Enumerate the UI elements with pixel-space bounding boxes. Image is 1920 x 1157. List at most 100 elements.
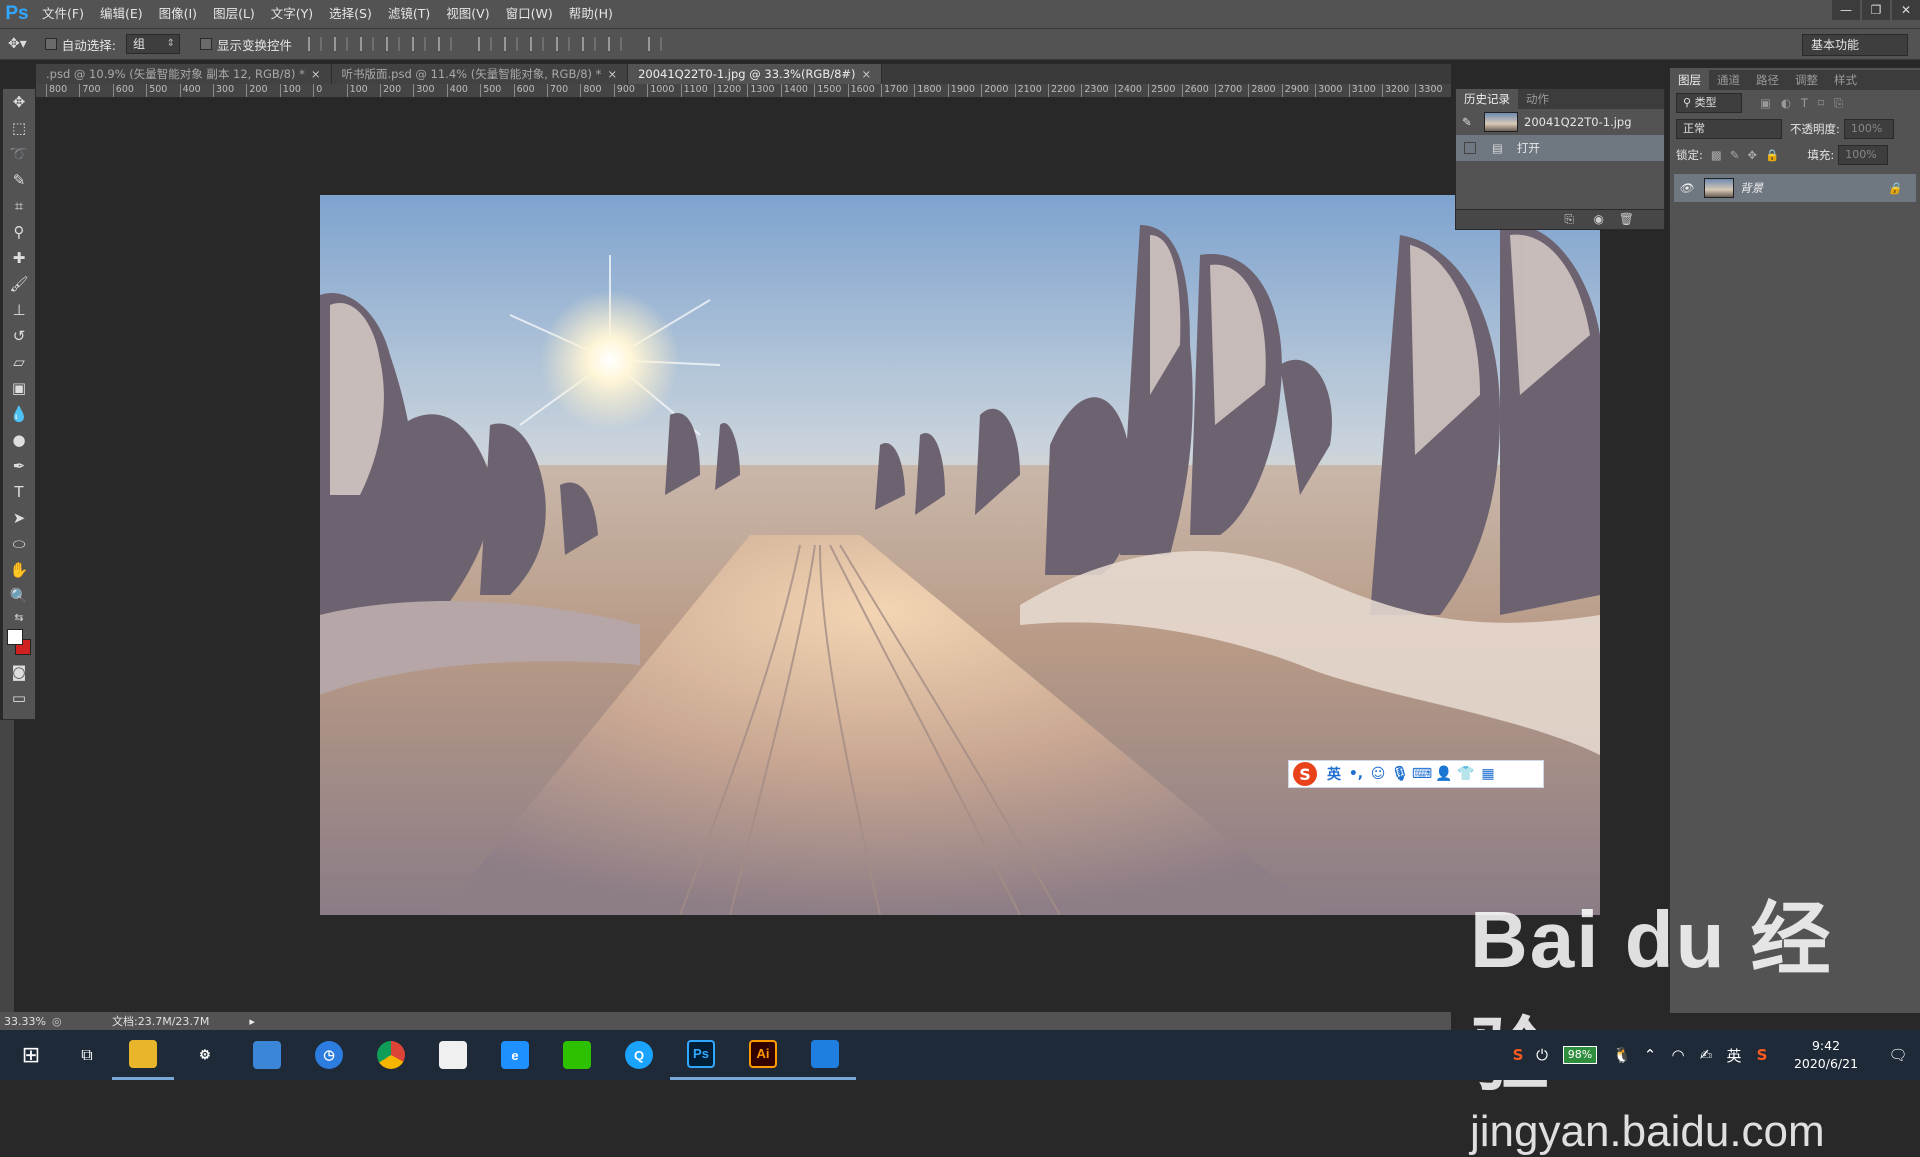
type-tool-icon[interactable]: T (3, 479, 35, 505)
menu-item-0[interactable]: 文件(F) (34, 0, 92, 28)
filter-smart-icon[interactable]: ⎘ (1834, 96, 1843, 111)
filter-pixel-icon[interactable]: ▣ (1760, 96, 1771, 110)
fill-field[interactable]: 100% (1838, 145, 1889, 165)
auto-select-checkbox[interactable] (44, 38, 57, 50)
ime-lang-toggle[interactable]: 英 (1323, 763, 1345, 785)
zoom-level[interactable]: 33.33% (4, 1015, 52, 1028)
menu-item-1[interactable]: 编辑(E) (92, 0, 151, 28)
path-select-tool-icon[interactable]: ➤ (3, 505, 35, 531)
power-plug-icon[interactable]: ⏻ (1532, 1030, 1552, 1080)
filter-adjust-icon[interactable]: ◐ (1781, 96, 1791, 110)
wifi-icon[interactable]: ◠ (1664, 1030, 1692, 1080)
trash-icon[interactable]: 🗑 (1619, 212, 1634, 226)
input-lang[interactable]: 英 (1720, 1030, 1748, 1080)
clock[interactable]: 9:42 2020/6/21 (1776, 1037, 1876, 1073)
align-vcenter-icon[interactable] (334, 37, 348, 51)
taskbar-app-ie[interactable]: e (484, 1030, 546, 1080)
notification-icon[interactable]: 🗨 (1876, 1030, 1920, 1080)
taskbar-app-explorer[interactable] (112, 1030, 174, 1080)
sogou-logo-icon[interactable]: S (1293, 762, 1317, 786)
history-brush-tool-icon[interactable]: ↺ (3, 323, 35, 349)
brush-tool-icon[interactable]: 🖌 (3, 271, 35, 297)
color-swatches[interactable] (3, 625, 35, 659)
status-info-icon[interactable]: ◎ (52, 1015, 82, 1028)
taskbar-app-store[interactable] (422, 1030, 484, 1080)
hand-tool-icon[interactable]: ✋ (3, 557, 35, 583)
tab-styles[interactable]: 样式 (1826, 70, 1865, 90)
layer-filter-dropdown[interactable]: ⚲ 类型 (1676, 93, 1742, 113)
toolbox-grid-icon[interactable]: ▦ (1477, 763, 1499, 785)
gradient-tool-icon[interactable]: ▣ (3, 375, 35, 401)
distribute-bottom-icon[interactable] (530, 37, 544, 51)
auto-align-icon[interactable] (648, 37, 662, 51)
lock-brush-icon[interactable]: ✎ (1730, 148, 1740, 162)
align-bottom-icon[interactable] (360, 37, 374, 51)
task-view-button[interactable]: ⧉ (62, 1030, 112, 1080)
sogou-tray-icon[interactable]: S (1504, 1030, 1532, 1080)
taskbar-app-chrome[interactable] (360, 1030, 422, 1080)
close-icon[interactable]: × (607, 67, 617, 81)
tab-doc-3[interactable]: 20041Q22T0-1.jpg @ 33.3%(RGB/8#) × (628, 64, 883, 84)
user-icon[interactable]: 👤 (1433, 763, 1455, 785)
align-left-icon[interactable] (386, 37, 400, 51)
lasso-tool-icon[interactable]: ➰ (3, 141, 35, 167)
tab-paths[interactable]: 路径 (1748, 70, 1787, 90)
history-snapshot[interactable]: ✎ 20041Q22T0-1.jpg (1456, 109, 1664, 135)
layer-background[interactable]: 👁 背景 🔒 (1674, 174, 1916, 202)
battery-indicator[interactable]: 98% (1552, 1030, 1608, 1080)
pen-icon[interactable]: ✍ (1692, 1030, 1720, 1080)
taskbar-app-photoshop[interactable]: Ps (670, 1030, 732, 1080)
distribute-right-icon[interactable] (608, 37, 622, 51)
quick-mask-icon[interactable]: ◙ (3, 659, 35, 685)
taskbar-app-settings[interactable]: ⚙ (174, 1030, 236, 1080)
tab-doc-1[interactable]: .psd @ 10.9% (矢量智能对象 副本 12, RGB/8) * × (36, 64, 332, 84)
restore-button[interactable]: ❐ (1862, 0, 1890, 20)
filter-type-icon[interactable]: T (1801, 96, 1808, 110)
show-hidden-icons[interactable]: ⌃ (1636, 1030, 1664, 1080)
align-right-icon[interactable] (438, 37, 452, 51)
move-tool-icon[interactable]: ✥▾ (8, 36, 27, 52)
sogou-ime-icon[interactable]: S (1748, 1030, 1776, 1080)
move-tool-icon[interactable]: ✥ (3, 89, 35, 115)
document-image[interactable] (320, 195, 1600, 915)
taskbar-app-illustrator[interactable]: Ai (732, 1030, 794, 1080)
auto-select-dropdown[interactable]: 组 (125, 34, 180, 54)
menu-item-2[interactable]: 图像(I) (151, 0, 205, 28)
taskbar-app-qq-browser[interactable]: Q (608, 1030, 670, 1080)
menu-item-4[interactable]: 文字(Y) (263, 0, 321, 28)
distribute-top-icon[interactable] (478, 37, 492, 51)
eye-icon[interactable]: 👁 (1674, 181, 1698, 195)
vertical-ruler[interactable] (0, 720, 14, 1015)
new-document-icon[interactable]: ⎘ (1564, 212, 1574, 227)
filter-shape-icon[interactable]: ⌑ (1818, 96, 1824, 110)
taskbar-app-wechat[interactable] (546, 1030, 608, 1080)
marquee-tool-icon[interactable]: ⬚ (3, 115, 35, 141)
show-transform-checkbox[interactable] (199, 38, 212, 50)
eraser-tool-icon[interactable]: ▱ (3, 349, 35, 375)
pen-tool-icon[interactable]: ✒ (3, 453, 35, 479)
align-top-icon[interactable] (308, 37, 322, 51)
qq-tray-icon[interactable]: 🐧 (1608, 1030, 1636, 1080)
opacity-field[interactable]: 100% (1843, 119, 1894, 139)
menu-item-9[interactable]: 帮助(H) (561, 0, 621, 28)
start-button[interactable]: ⊞ (0, 1030, 62, 1080)
menu-item-8[interactable]: 窗口(W) (498, 0, 561, 28)
tab-channels[interactable]: 通道 (1709, 70, 1748, 90)
microphone-icon[interactable]: 🎙 (1389, 763, 1411, 785)
align-hcenter-icon[interactable] (412, 37, 426, 51)
blend-mode-dropdown[interactable]: 正常 (1676, 119, 1782, 139)
tab-adjustments[interactable]: 调整 (1787, 70, 1826, 90)
screen-mode-icon[interactable]: ▭ (3, 685, 35, 711)
healing-brush-tool-icon[interactable]: ✚ (3, 245, 35, 271)
tab-doc-2[interactable]: 听书版面.psd @ 11.4% (矢量智能对象, RGB/8) * × (331, 64, 629, 84)
lock-transparent-icon[interactable]: ▩ (1711, 148, 1722, 162)
history-step-open[interactable]: ▤ 打开 (1456, 135, 1664, 161)
ime-toolbar[interactable]: S 英 •, ☺ 🎙 ⌨ 👤 👕 ▦ (1288, 760, 1544, 788)
tab-layers[interactable]: 图层 (1670, 70, 1709, 90)
tab-actions[interactable]: 动作 (1518, 89, 1557, 109)
distribute-left-icon[interactable] (556, 37, 570, 51)
skin-shirt-icon[interactable]: 👕 (1455, 763, 1477, 785)
menu-item-7[interactable]: 视图(V) (438, 0, 497, 28)
horizontal-ruler[interactable]: 800 700 600 500 400 300 200 100 0 100 200 300 400 500… (36, 84, 1451, 98)
eyedropper-tool-icon[interactable]: ⚲ (3, 219, 35, 245)
